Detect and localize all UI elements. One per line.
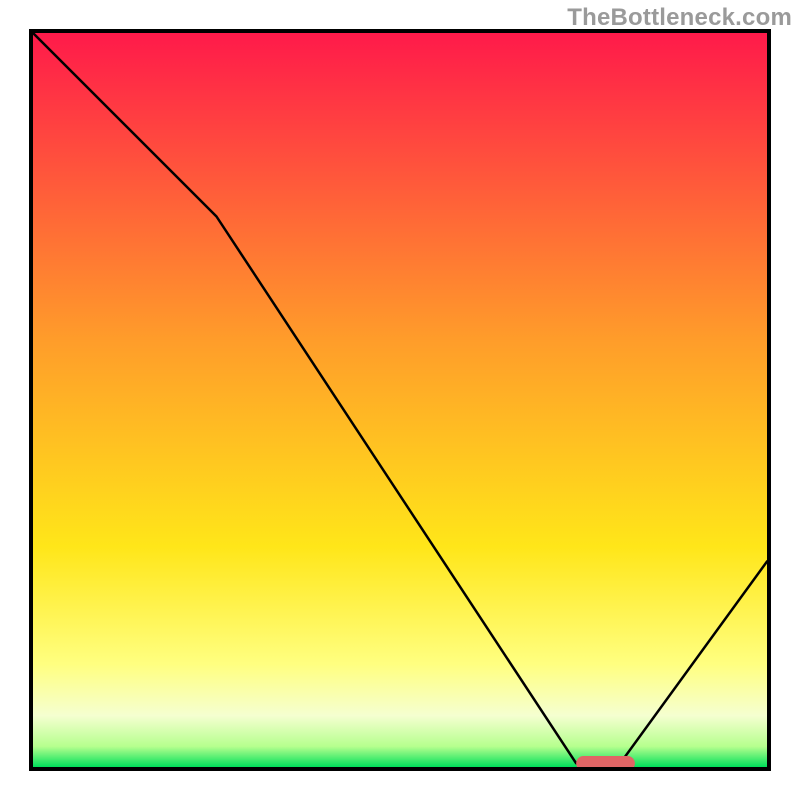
- chart-frame: TheBottleneck.com: [0, 0, 800, 800]
- plot-area: [29, 29, 771, 771]
- optimal-range-marker: [576, 756, 635, 767]
- watermark-text: TheBottleneck.com: [567, 4, 792, 32]
- plot-svg: [33, 33, 767, 767]
